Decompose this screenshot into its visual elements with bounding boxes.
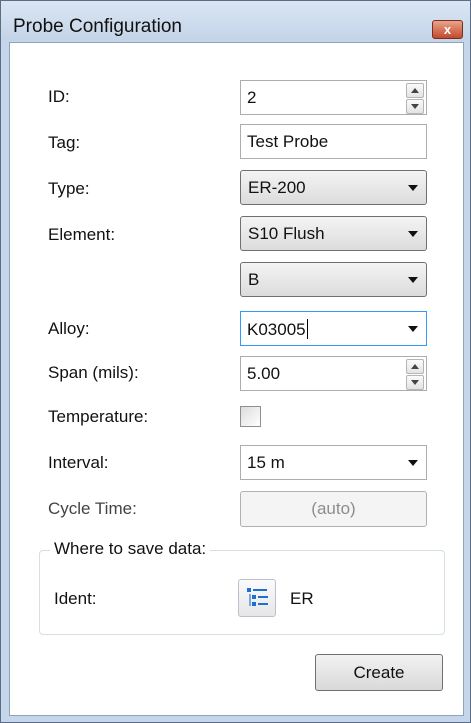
type-label: Type: (48, 179, 90, 198)
interval-select[interactable]: 15 m (240, 445, 427, 480)
cycle-time-value: (auto) (311, 499, 356, 518)
interval-value: 15 m (247, 453, 285, 472)
save-group-title: Where to save data: (50, 539, 211, 559)
alloy-combo-input[interactable]: K03005 (240, 311, 427, 346)
close-button[interactable]: x (432, 20, 463, 39)
probe-configuration-window: Probe Configuration x ID: 2 Tag: Test Pr… (0, 0, 471, 723)
chevron-down-icon (408, 231, 418, 237)
id-spinner (406, 83, 424, 114)
element-value: S10 Flush (248, 224, 325, 243)
create-button[interactable]: Create (315, 654, 443, 691)
element-sub-value: B (248, 270, 260, 289)
cycle-time-button[interactable]: (auto) (240, 491, 427, 527)
temperature-checkbox[interactable] (240, 406, 261, 427)
alloy-value: K03005 (247, 320, 306, 339)
span-label: Span (mils): (48, 363, 139, 382)
alloy-label: Alloy: (48, 319, 90, 338)
span-spinner (406, 359, 424, 390)
alloy-value-wrap: K03005 (247, 319, 308, 340)
ident-label: Ident: (54, 589, 97, 608)
span-decrement-button[interactable] (406, 375, 424, 390)
tag-value: Test Probe (247, 132, 329, 151)
element-label: Element: (48, 225, 116, 244)
cycle-time-label: Cycle Time: (48, 499, 137, 518)
chevron-down-icon (408, 185, 418, 191)
id-stepper[interactable]: 2 (240, 80, 427, 115)
id-increment-button[interactable] (406, 83, 424, 98)
id-value: 2 (247, 88, 257, 107)
window-title: Probe Configuration (13, 16, 182, 37)
save-location-group: Where to save data: Ident: ER (39, 539, 445, 635)
id-decrement-button[interactable] (406, 99, 424, 114)
list-tree-icon (247, 588, 268, 606)
span-increment-button[interactable] (406, 359, 424, 374)
span-value: 5.00 (247, 364, 281, 383)
interval-label: Interval: (48, 453, 109, 472)
chevron-down-icon[interactable] (408, 326, 418, 332)
tag-label: Tag: (48, 133, 81, 152)
dialog-body: ID: 2 Tag: Test Probe Type: ER-200 Eleme… (9, 42, 464, 716)
element-sub-select[interactable]: B (240, 262, 427, 297)
text-caret (306, 319, 308, 339)
title-bar[interactable]: Probe Configuration x (1, 1, 470, 41)
chevron-down-icon (408, 460, 418, 466)
ident-browse-button[interactable] (238, 579, 276, 617)
create-button-label: Create (353, 663, 405, 682)
type-select[interactable]: ER-200 (240, 170, 427, 205)
span-stepper[interactable]: 5.00 (240, 356, 427, 391)
close-icon: x (443, 22, 452, 37)
ident-value: ER (290, 589, 314, 608)
tag-input[interactable]: Test Probe (240, 124, 427, 159)
id-label: ID: (48, 87, 70, 106)
spin-up-icon (411, 88, 419, 93)
chevron-down-icon (408, 277, 418, 283)
temperature-label: Temperature: (48, 407, 149, 426)
spin-up-icon (411, 364, 419, 369)
element-select[interactable]: S10 Flush (240, 216, 427, 251)
spin-down-icon (411, 104, 419, 109)
spin-down-icon (411, 380, 419, 385)
type-value: ER-200 (248, 178, 306, 197)
